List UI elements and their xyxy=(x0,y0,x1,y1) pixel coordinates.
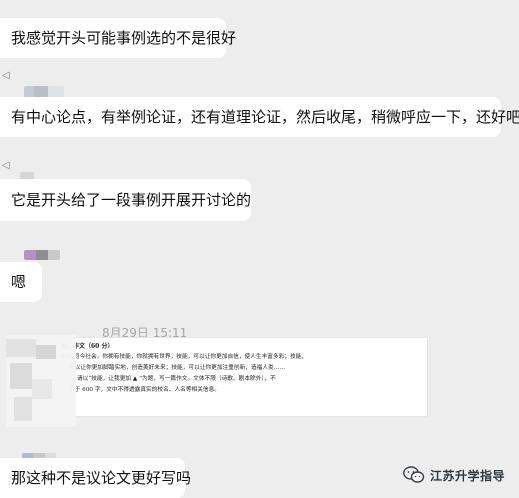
document-line: 少于 600 字，文中不得透露真实的校名、人名等相关信息。 xyxy=(69,387,220,393)
document-heading: 九．作文（60 分） xyxy=(61,343,114,350)
wechat-icon xyxy=(403,466,425,483)
avatar[interactable] xyxy=(24,250,60,260)
watermark-text: 江苏升学指导 xyxy=(429,468,505,483)
image-message[interactable]: 九．作文（60 分） 43．司今社会，你拥有技能，你就拥有世界，技能，可以让你更… xyxy=(54,337,428,417)
sender-indicator-icon: ◁ xyxy=(2,70,10,81)
message-text: 我感觉开头可能事例选的不是很好 xyxy=(11,29,237,47)
message-bubble[interactable]: 有中心论点，有举例论证，还有道理论证，然后收尾，稍微呼应一下，还好吧 xyxy=(0,97,519,137)
message-bubble[interactable]: 那这种不是议论文更好写吗 xyxy=(0,458,191,498)
sender-indicator-icon: ◁ xyxy=(2,160,10,171)
document-line: 可以让你更加脚踏实地，创造美好未来；技能，可以让你更加注重创新，造福人类…… xyxy=(69,365,286,371)
message-bubble[interactable]: 嗯 xyxy=(0,262,42,302)
document-line: 43．司今社会，你拥有技能，你就拥有世界，技能，可以让你更加自信，使人生丰富多彩… xyxy=(61,354,308,360)
message-text: 嗯 xyxy=(11,273,27,291)
message-bubble[interactable]: 我感觉开头可能事例选的不是很好 xyxy=(0,18,236,58)
watermark: 江苏升学指导 xyxy=(403,466,505,484)
message-bubble[interactable]: 它是开头给了一段事例开展开讨论的 xyxy=(0,179,251,221)
message-text: 那这种不是议论文更好写吗 xyxy=(11,469,192,487)
document-line: 请以“技能，让我更加 ▲ ”为题，写一篇作文。文体不限（诗歌、剧本除外），不 xyxy=(77,376,276,382)
message-text: 它是开头给了一段事例开展开讨论的 xyxy=(11,191,252,209)
mosaic-overlay xyxy=(6,335,76,427)
message-text: 有中心论点，有举例论证，还有道理论证，然后收尾，稍微呼应一下，还好吧 xyxy=(11,108,519,126)
